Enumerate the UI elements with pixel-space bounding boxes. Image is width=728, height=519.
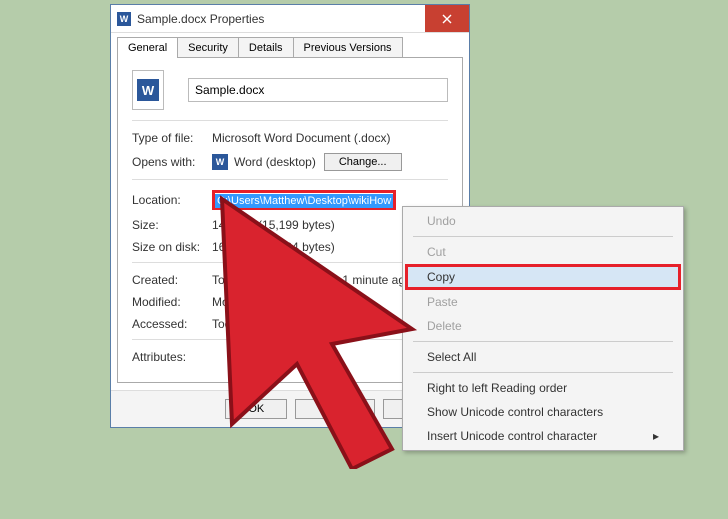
location-value[interactable]: C:\Users\Matthew\Desktop\wikiHow [215, 194, 393, 208]
tab-details[interactable]: Details [238, 37, 294, 58]
menu-rtl[interactable]: Right to left Reading order [405, 376, 681, 400]
modified-label: Modified: [132, 295, 212, 309]
titlebar: W Sample.docx Properties [111, 5, 469, 33]
menu-select-all[interactable]: Select All [405, 345, 681, 369]
file-icon: W [132, 70, 164, 110]
window-title: Sample.docx Properties [137, 12, 425, 26]
menu-delete[interactable]: Delete [405, 314, 681, 338]
word-icon: W [212, 154, 228, 170]
close-icon [442, 14, 452, 24]
word-icon: W [117, 12, 131, 26]
ok-button[interactable]: OK [225, 399, 287, 419]
created-label: Created: [132, 273, 212, 287]
cancel-button[interactable]: Cancel [295, 399, 375, 419]
change-button[interactable]: Change... [324, 153, 402, 171]
menu-cut[interactable]: Cut [405, 240, 681, 264]
size-label: Size: [132, 218, 212, 232]
location-highlight: C:\Users\Matthew\Desktop\wikiHow [212, 190, 396, 210]
tab-previous-versions[interactable]: Previous Versions [293, 37, 403, 58]
filename-input[interactable] [188, 78, 448, 102]
menu-paste[interactable]: Paste [405, 290, 681, 314]
context-menu: Undo Cut Copy Paste Delete Select All Ri… [402, 206, 684, 451]
accessed-label: Accessed: [132, 317, 212, 331]
close-button[interactable] [425, 5, 469, 32]
menu-copy[interactable]: Copy [405, 264, 681, 290]
menu-undo[interactable]: Undo [405, 209, 681, 233]
location-label: Location: [132, 193, 212, 207]
type-label: Type of file: [132, 131, 212, 145]
menu-insert-unicode[interactable]: Insert Unicode control character▸ [405, 424, 681, 448]
opens-with-label: Opens with: [132, 155, 212, 169]
menu-show-unicode[interactable]: Show Unicode control characters [405, 400, 681, 424]
size-on-disk-label: Size on disk: [132, 240, 212, 254]
type-value: Microsoft Word Document (.docx) [212, 131, 448, 145]
opens-with-value: Word (desktop) [234, 155, 316, 169]
attributes-label: Attributes: [132, 350, 212, 364]
tab-general[interactable]: General [117, 37, 178, 58]
tab-security[interactable]: Security [177, 37, 239, 58]
chevron-right-icon: ▸ [653, 429, 659, 443]
tabs: General Security Details Previous Versio… [111, 33, 469, 58]
